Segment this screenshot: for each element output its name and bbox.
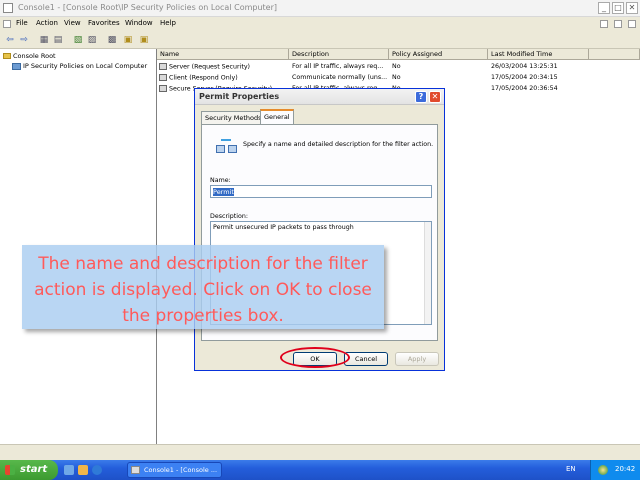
mdi-icon[interactable] <box>3 20 11 28</box>
name-field[interactable]: Permit <box>210 185 432 198</box>
menu-view[interactable]: View <box>64 19 81 27</box>
column-header-name[interactable]: Name <box>157 49 289 60</box>
toolbar: ⇦ ⇨ ▦ ▤ ▧ ▨ ▩ ▣ ▣ <box>0 31 640 49</box>
system-tray: 20:42 <box>590 460 640 480</box>
mdi-close-icon[interactable] <box>628 20 636 28</box>
cancel-button[interactable]: Cancel <box>344 352 388 366</box>
window-title: Console1 - [Console Root\IP Security Pol… <box>18 3 277 12</box>
language-indicator[interactable]: EN <box>566 465 576 473</box>
back-icon[interactable]: ⇦ <box>4 34 16 46</box>
status-bar <box>0 444 640 460</box>
start-label: start <box>20 464 48 475</box>
dialog-titlebar[interactable]: Permit Properties ? ✕ <box>195 89 444 105</box>
add-policy-icon[interactable]: ▣ <box>122 34 134 46</box>
manage-filters-icon[interactable]: ▣ <box>138 34 150 46</box>
row-name: Server (Request Security) <box>169 63 251 71</box>
menu-bar: File Action View Favorites Window Help <box>0 17 640 31</box>
policy-icon <box>12 62 21 70</box>
name-label: Name: <box>210 177 231 184</box>
column-header-last-modified[interactable]: Last Modified Time <box>488 49 589 60</box>
tree-item-ip-security-policies[interactable]: IP Security Policies on Local Computer <box>12 62 147 70</box>
show-tree-icon[interactable]: ▤ <box>52 34 64 46</box>
tab-general[interactable]: General <box>260 109 294 125</box>
menu-file[interactable]: File <box>16 19 28 27</box>
row-description: For all IP traffic, always req... <box>292 63 384 70</box>
app-icon <box>3 3 13 13</box>
table-row[interactable]: Server (Request Security) <box>159 63 287 71</box>
column-header-spacer <box>589 49 640 60</box>
menu-window[interactable]: Window <box>125 19 153 27</box>
intro-text: Specify a name and detailed description … <box>243 141 434 148</box>
column-header-description[interactable]: Description <box>289 49 389 60</box>
mdi-minimize-icon[interactable] <box>600 20 608 28</box>
tutorial-callout: The name and description for the filter … <box>22 245 384 329</box>
maximize-button[interactable]: □ <box>612 2 624 14</box>
mdi-restore-icon[interactable] <box>614 20 622 28</box>
row-policy-assigned: No <box>392 74 401 81</box>
export-list-icon[interactable]: ▧ <box>72 34 84 46</box>
callout-text: The name and description for the filter … <box>34 254 372 326</box>
table-row[interactable]: Client (Respond Only) <box>159 74 287 82</box>
task-console1[interactable]: Console1 - [Console ... <box>127 462 222 478</box>
dialog-close-button[interactable]: ✕ <box>429 91 441 103</box>
explorer-icon[interactable] <box>78 465 88 475</box>
row-description: Communicate normally (uns... <box>292 74 388 81</box>
internet-explorer-icon[interactable] <box>92 465 102 475</box>
description-label: Description: <box>210 213 248 220</box>
row-name: Client (Respond Only) <box>169 74 238 82</box>
apply-button[interactable]: Apply <box>395 352 439 366</box>
start-button[interactable]: start <box>0 460 58 480</box>
policy-icon <box>159 85 167 92</box>
row-policy-assigned: No <box>392 63 401 70</box>
ok-highlight-circle <box>280 347 350 368</box>
up-level-icon[interactable]: ▦ <box>38 34 50 46</box>
windows-logo-icon <box>5 465 15 475</box>
filter-action-icon <box>216 139 238 157</box>
folder-icon <box>3 53 11 59</box>
tab-security-methods[interactable]: Security Methods <box>201 111 266 124</box>
forward-icon[interactable]: ⇨ <box>18 34 30 46</box>
tree-item-label: IP Security Policies on Local Computer <box>23 62 148 70</box>
dialog-help-button[interactable]: ? <box>415 91 427 103</box>
description-scrollbar[interactable] <box>424 222 431 324</box>
tree-item-console-root[interactable]: Console Root <box>3 52 56 60</box>
row-modified: 26/03/2004 13:25:31 <box>491 63 558 70</box>
clock[interactable]: 20:42 <box>615 465 635 473</box>
name-value: Permit <box>213 188 234 196</box>
tree-item-label: Console Root <box>13 52 56 60</box>
task-label: Console1 - [Console ... <box>144 466 218 474</box>
show-desktop-icon[interactable] <box>64 465 74 475</box>
help-icon[interactable]: ▩ <box>106 34 118 46</box>
dialog-title: Permit Properties <box>199 92 280 101</box>
description-value: Permit unsecured IP packets to pass thro… <box>213 224 354 231</box>
menu-help[interactable]: Help <box>160 19 176 27</box>
minimize-button[interactable]: _ <box>598 2 610 14</box>
taskbar: start Console1 - [Console ... EN 20:42 <box>0 460 640 480</box>
menu-favorites[interactable]: Favorites <box>88 19 120 27</box>
window-titlebar[interactable]: Console1 - [Console Root\IP Security Pol… <box>0 0 640 17</box>
row-modified: 17/05/2004 20:34:15 <box>491 74 558 81</box>
policy-icon <box>159 74 167 81</box>
console-icon <box>131 466 140 474</box>
menu-action[interactable]: Action <box>36 19 58 27</box>
column-header-policy-assigned[interactable]: Policy Assigned <box>389 49 488 60</box>
policy-icon <box>159 63 167 70</box>
close-button[interactable]: ✕ <box>626 2 638 14</box>
row-modified: 17/05/2004 20:36:54 <box>491 85 558 92</box>
network-icon[interactable] <box>598 465 608 475</box>
properties-icon[interactable]: ▨ <box>86 34 98 46</box>
